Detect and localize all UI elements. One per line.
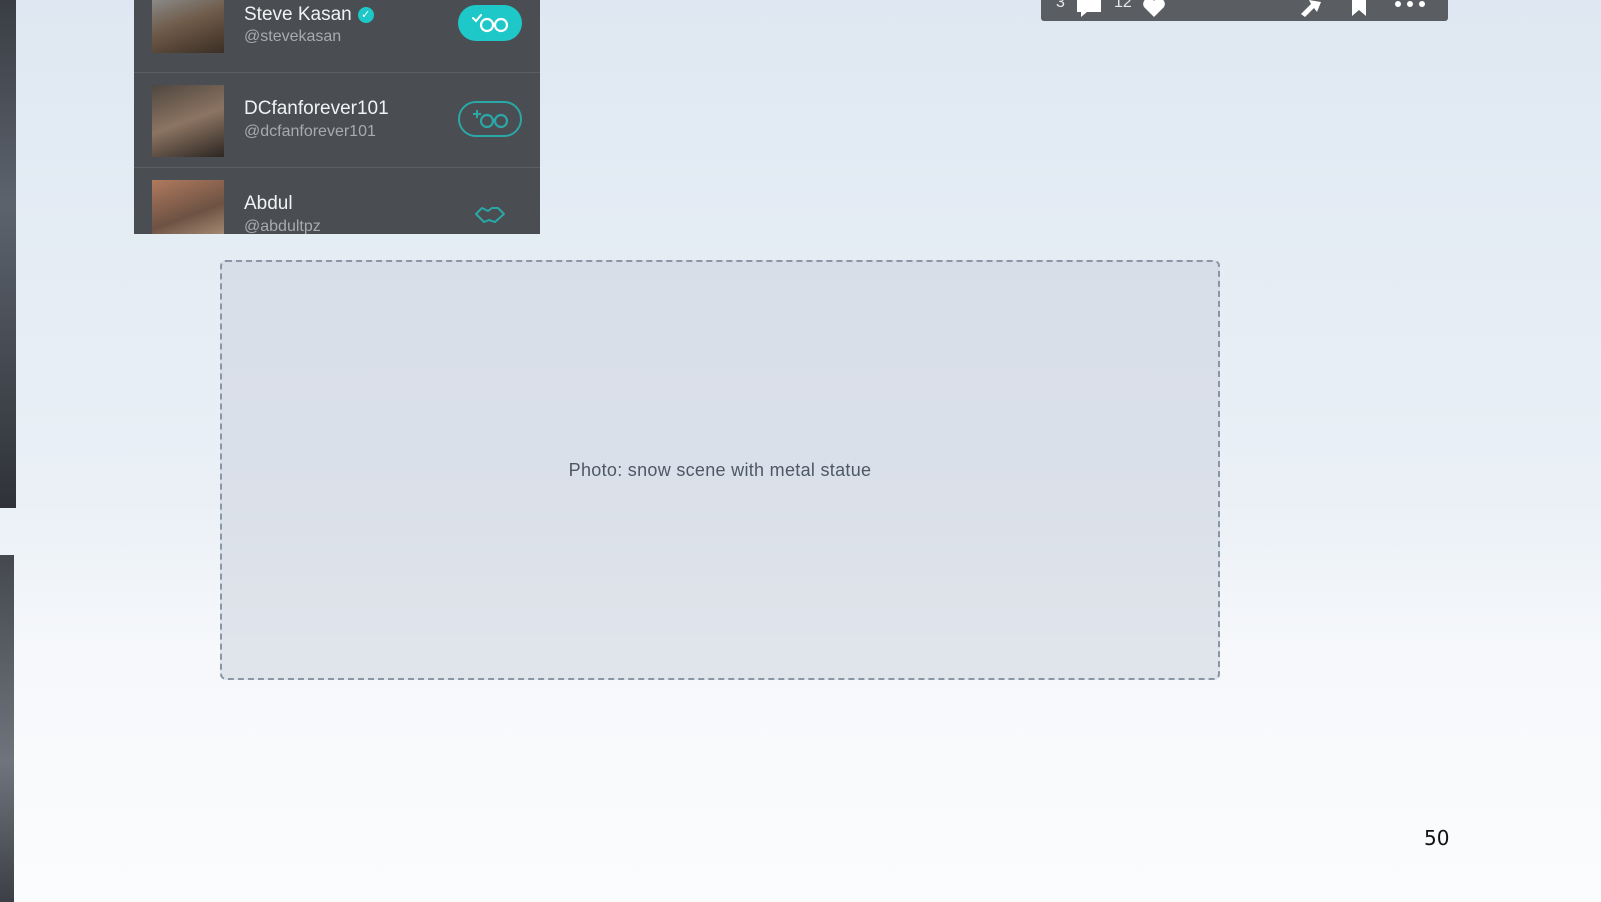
page-number: 50 — [1424, 826, 1450, 850]
left-edge-strip — [0, 0, 16, 508]
comment-icon[interactable] — [1075, 0, 1103, 23]
user-name: Steve Kasan — [244, 4, 352, 25]
handshake-icon — [475, 207, 505, 223]
user-handle: @abdultpz — [244, 218, 321, 234]
following-button[interactable] — [458, 5, 522, 41]
user-name: Abdul — [244, 193, 293, 214]
avatar — [152, 180, 224, 234]
user-row[interactable]: Abdul @abdultpz — [134, 168, 540, 234]
heart-icon[interactable] — [1141, 0, 1167, 23]
binoculars-plus-icon — [473, 110, 509, 129]
user-name-row: Steve Kasan ✓ — [244, 4, 374, 26]
user-name-row: Abdul — [244, 193, 293, 215]
slide: Photo: snow scene with metal statue Stev… — [0, 0, 1601, 902]
comment-count: 3 — [1056, 0, 1065, 11]
like-count: 12 — [1114, 0, 1132, 11]
user-handle: @dcfanforever101 — [244, 123, 376, 140]
user-handle: @stevekasan — [244, 28, 342, 45]
verified-badge-icon: ✓ — [357, 7, 374, 23]
user-list-panel: Steve Kasan ✓ @stevekasan DCfanforever10… — [134, 0, 540, 234]
more-icon[interactable] — [1393, 0, 1427, 23]
post-toolbar: 3 12 — [1041, 0, 1448, 21]
photo-placeholder-label: Photo: snow scene with metal statue — [568, 459, 872, 480]
user-row[interactable]: DCfanforever101 @dcfanforever101 — [134, 73, 540, 168]
left-edge-strip-lower — [0, 555, 14, 902]
user-row[interactable]: Steve Kasan ✓ @stevekasan — [134, 0, 540, 73]
binoculars-check-icon — [472, 14, 509, 33]
share-icon[interactable] — [1297, 0, 1323, 23]
user-name-row: DCfanforever101 — [244, 98, 389, 120]
avatar — [152, 0, 224, 53]
bookmark-icon[interactable] — [1349, 0, 1369, 23]
handshake-button[interactable] — [458, 196, 522, 232]
follow-button[interactable] — [458, 101, 522, 137]
user-name: DCfanforever101 — [244, 98, 389, 119]
avatar — [152, 85, 224, 157]
photo-placeholder: Photo: snow scene with metal statue — [220, 260, 1220, 680]
